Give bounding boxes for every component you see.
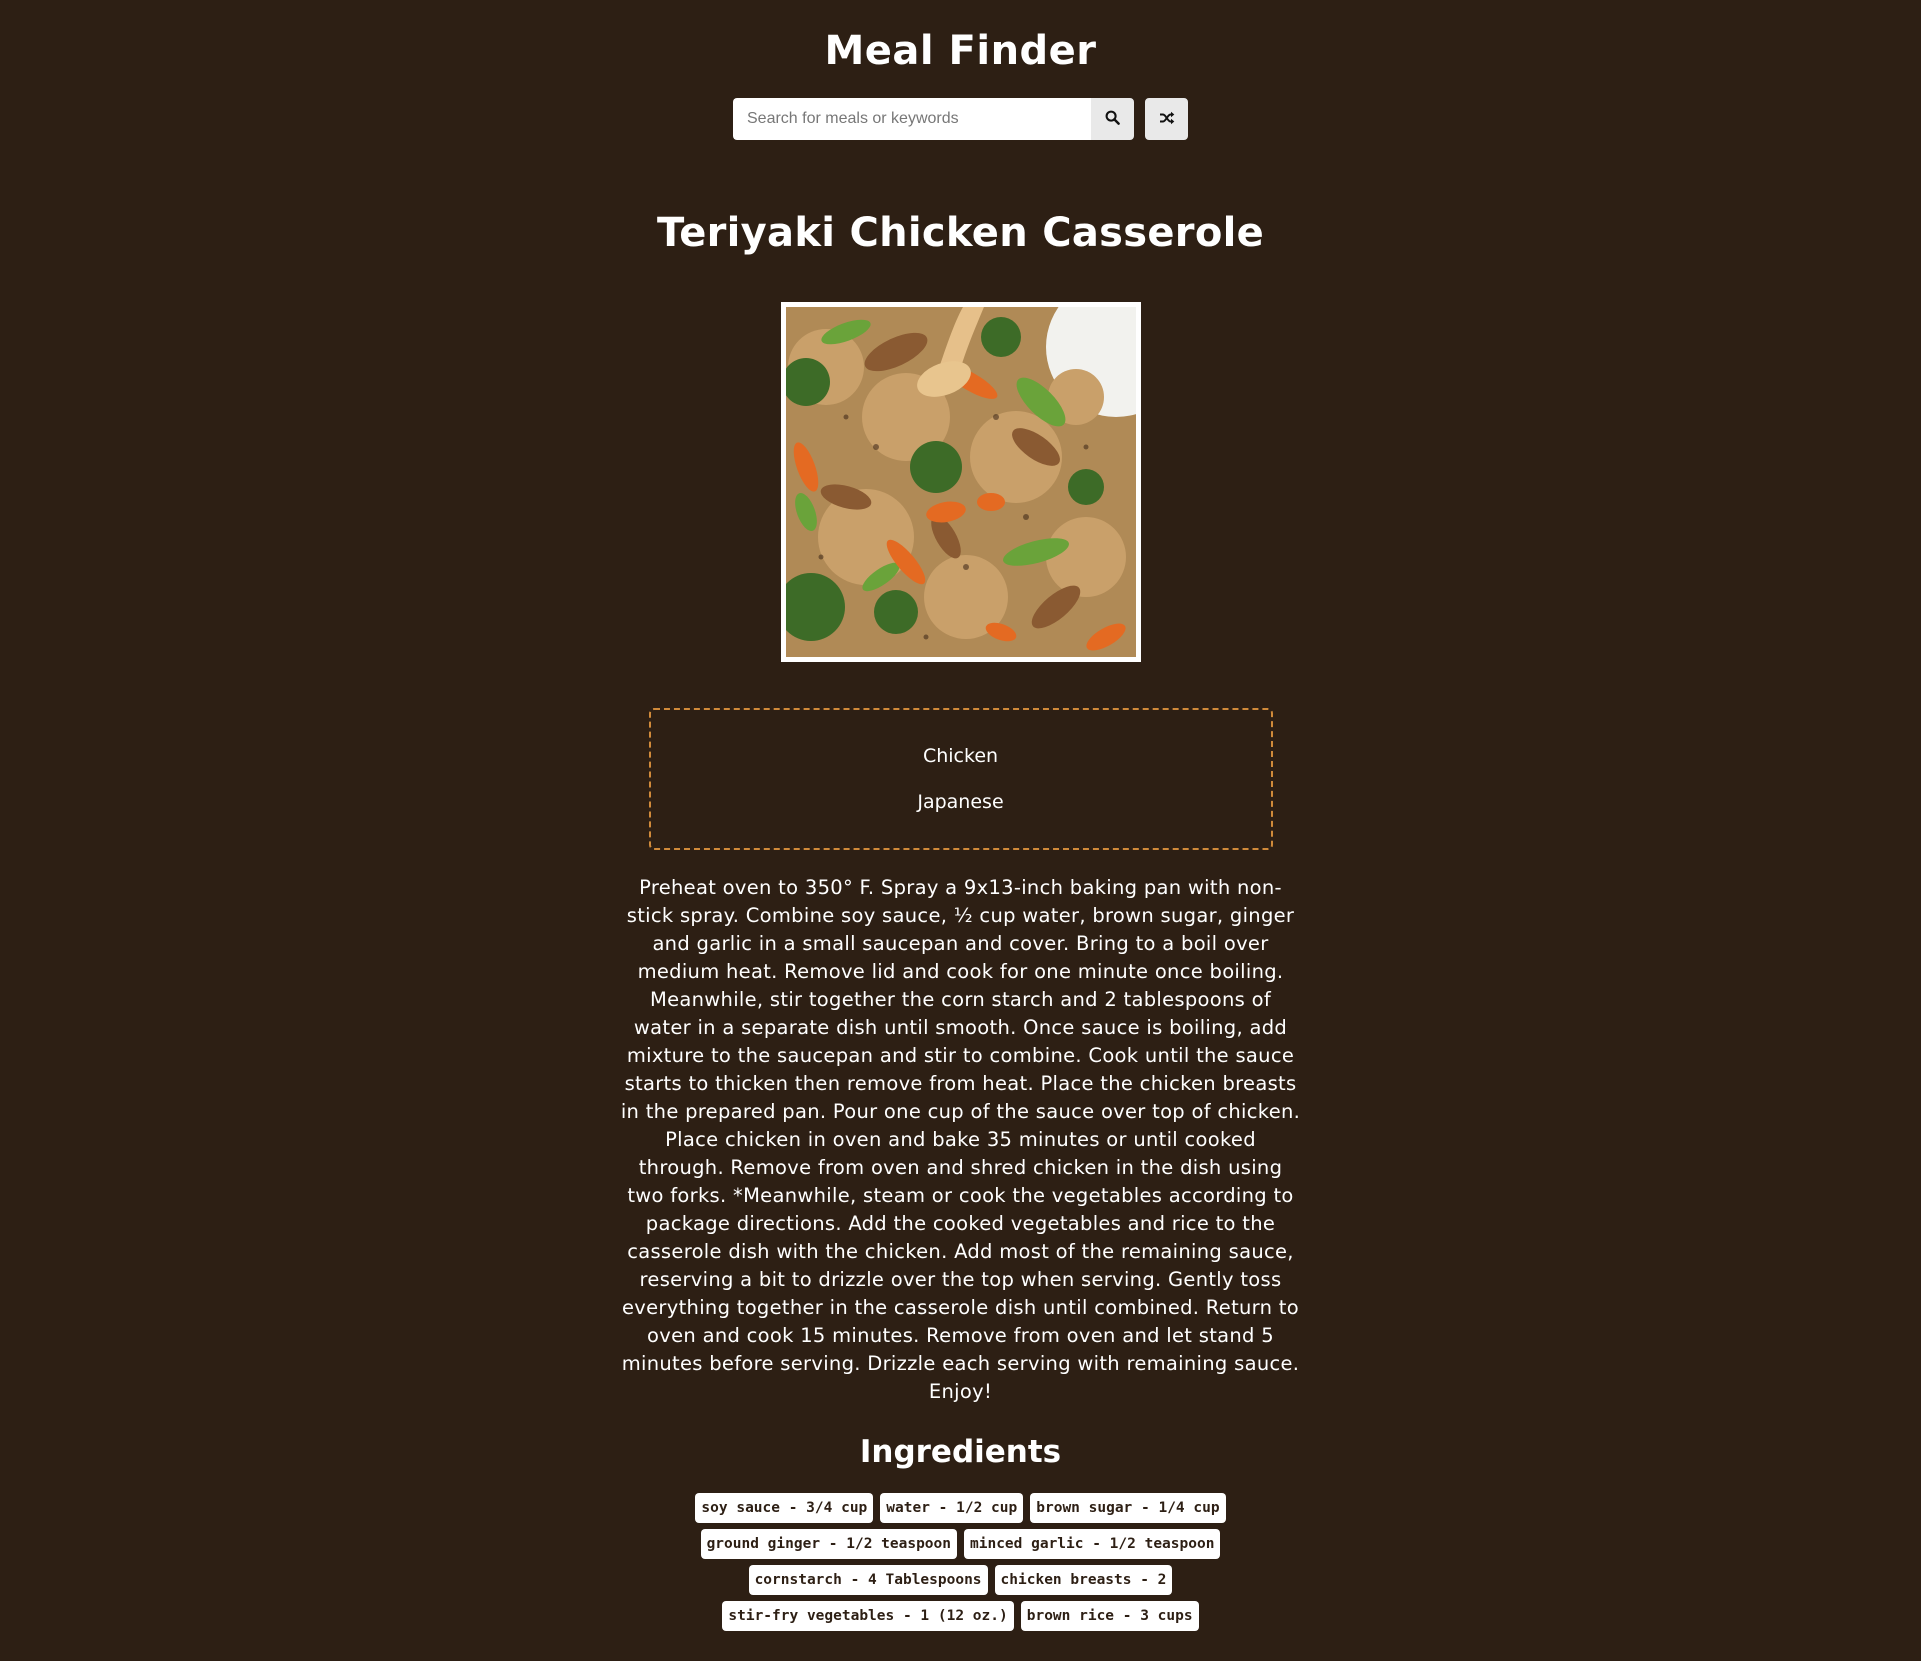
ingredients-list: soy sauce - 3/4 cup water - 1/2 cup brow…: [681, 1490, 1241, 1634]
meal-title: Teriyaki Chicken Casserole: [656, 210, 1265, 256]
search-row: [733, 98, 1188, 140]
meal-instructions: Preheat oven to 350° F. Spray a 9x13-inc…: [620, 876, 1301, 1403]
ingredient-tag: minced garlic - 1/2 teaspoon: [964, 1529, 1221, 1559]
app-title: Meal Finder: [824, 28, 1097, 74]
meal-meta-box: Chicken Japanese: [648, 708, 1273, 850]
random-meal-button[interactable]: [1145, 98, 1188, 140]
meal-category: Chicken: [922, 745, 999, 767]
search-input[interactable]: [733, 98, 1091, 140]
ingredient-tag: water - 1/2 cup: [880, 1493, 1024, 1523]
ingredient-tag: cornstarch - 4 Tablespoons: [748, 1565, 988, 1595]
search-icon: [1105, 110, 1120, 128]
ingredient-tag: stir-fry vegetables - 1 (12 oz.): [722, 1601, 1014, 1631]
ingredient-tag: brown sugar - 1/4 cup: [1030, 1493, 1226, 1523]
page: Meal Finder Search for meals or keywords…: [0, 0, 1921, 1661]
ingredient-tag: ground ginger - 1/2 teaspoon: [700, 1529, 957, 1559]
shuffle-icon: [1159, 111, 1175, 128]
search-form: [733, 98, 1134, 140]
meal-area: Japanese: [917, 791, 1004, 813]
ingredient-tag: soy sauce - 3/4 cup: [695, 1493, 874, 1523]
ingredient-tag: brown rice - 3 cups: [1020, 1601, 1199, 1631]
ingredient-tag: chicken breasts - 2: [994, 1565, 1173, 1595]
meal-image: [780, 302, 1141, 662]
search-button[interactable]: [1091, 98, 1134, 140]
ingredients-heading: Ingredients: [859, 1434, 1062, 1470]
